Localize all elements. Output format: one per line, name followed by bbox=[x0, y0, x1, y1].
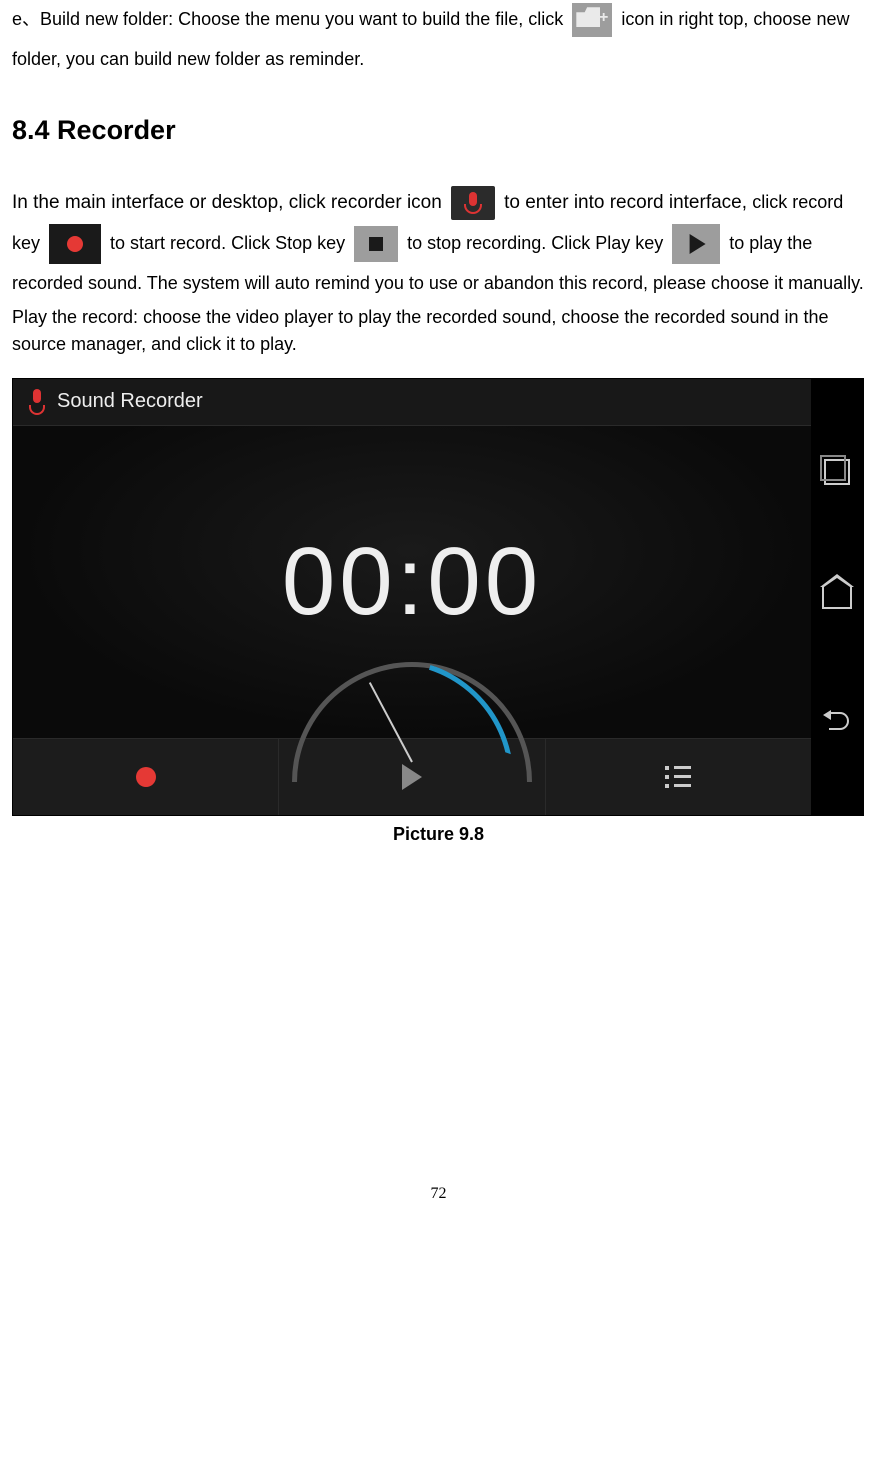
record-button[interactable] bbox=[13, 739, 279, 815]
home-icon[interactable] bbox=[822, 587, 852, 609]
section-heading: 8.4 Recorder bbox=[12, 115, 865, 146]
app-title: Sound Recorder bbox=[57, 390, 203, 413]
vu-meter bbox=[292, 642, 532, 712]
body-text-1b: to enter into record interface, bbox=[504, 192, 752, 213]
app-titlebar: Sound Recorder bbox=[13, 379, 811, 426]
body-text-1d: to start record. Click Stop key bbox=[110, 233, 350, 253]
timer-area: 00:00 bbox=[13, 426, 811, 738]
microphone-icon bbox=[451, 186, 495, 220]
body-text-1a: In the main interface or desktop, click … bbox=[12, 192, 447, 213]
android-navbar bbox=[811, 379, 863, 815]
folder-plus-icon bbox=[572, 3, 612, 37]
body-paragraph-1: In the main interface or desktop, click … bbox=[12, 182, 865, 304]
recorder-screenshot: Sound Recorder 00:00 bbox=[12, 378, 864, 816]
record-dot-icon bbox=[136, 767, 156, 787]
page-number: 72 bbox=[12, 1185, 865, 1213]
body-paragraph-2: Play the record: choose the video player… bbox=[12, 304, 865, 358]
timer-display: 00:00 bbox=[282, 527, 542, 637]
play-key-icon bbox=[672, 224, 720, 264]
screen-main: Sound Recorder 00:00 bbox=[13, 379, 811, 815]
intro-paragraph: e、Build new folder: Choose the menu you … bbox=[12, 0, 865, 79]
intro-text-prefix: e、Build new folder: Choose the menu you … bbox=[12, 9, 568, 29]
body-text-1e: to stop recording. Click Play key bbox=[407, 233, 668, 253]
record-key-icon bbox=[49, 224, 101, 264]
stop-key-icon bbox=[354, 226, 398, 262]
recent-apps-icon[interactable] bbox=[824, 459, 850, 485]
list-button[interactable] bbox=[546, 739, 811, 815]
microphone-icon bbox=[27, 389, 47, 415]
list-icon bbox=[665, 766, 691, 788]
back-icon[interactable] bbox=[825, 710, 849, 734]
figure-caption: Picture 9.8 bbox=[12, 824, 865, 845]
